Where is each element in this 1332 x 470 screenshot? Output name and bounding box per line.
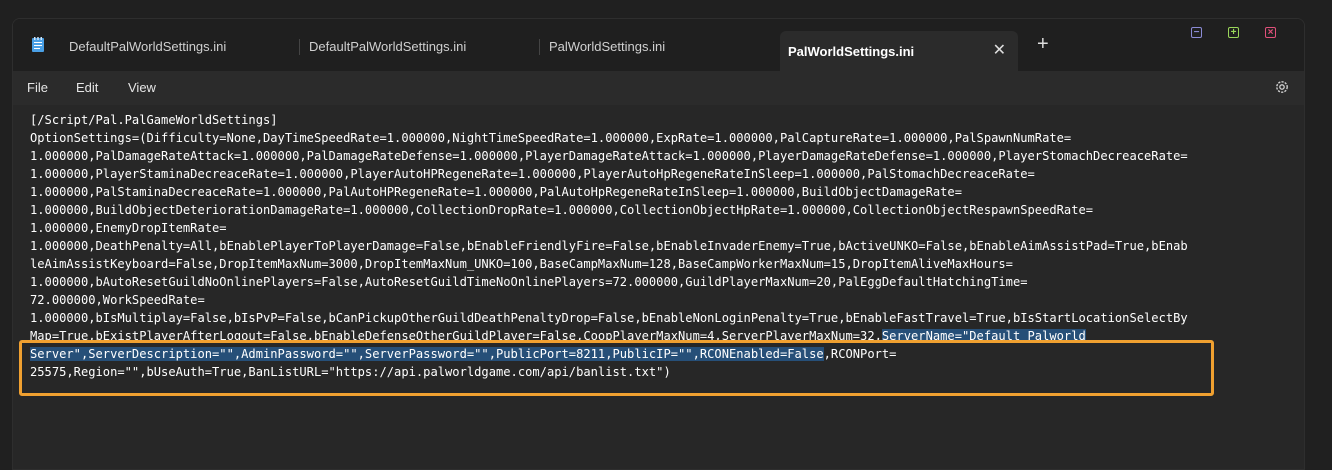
tab-default-settings-1[interactable]: DefaultPalWorldSettings.ini (61, 31, 299, 61)
text-line: 72.000000,WorkSpeedRate= (30, 293, 205, 307)
text-line: 1.000000,bAutoResetGuildNoOnlinePlayers=… (30, 275, 1028, 289)
tab-label: PalWorldSettings.ini (788, 43, 915, 59)
menu-view[interactable]: View (128, 80, 156, 95)
maximize-icon[interactable]: + (1228, 27, 1239, 38)
text-line: [/Script/Pal.PalGameWorldSettings] (30, 113, 278, 127)
tab-label: PalWorldSettings.ini (549, 38, 666, 54)
text-line: 1.000000,bIsMultiplay=False,bIsPvP=False… (30, 311, 1188, 325)
text-editor[interactable]: [/Script/Pal.PalGameWorldSettings] Optio… (13, 105, 1304, 469)
text-line: 1.000000,BuildObjectDeteriorationDamageR… (30, 203, 1094, 217)
tab-label: DefaultPalWorldSettings.ini (309, 38, 467, 54)
notepad-window: DefaultPalWorldSettings.ini DefaultPalWo… (12, 18, 1305, 470)
minimize-icon[interactable]: − (1191, 27, 1202, 38)
highlight-annotation-box (19, 340, 1214, 396)
new-tab-icon[interactable]: + (1037, 33, 1049, 56)
notepad-icon (32, 37, 44, 52)
close-window-icon[interactable]: × (1265, 27, 1276, 38)
text-line: OptionSettings=(Difficulty=None,DayTimeS… (30, 131, 1072, 145)
text-line: 1.000000,PalStaminaDecreaceRate=1.000000… (30, 185, 962, 199)
text-line: 1.000000,PlayerStaminaDecreaceRate=1.000… (30, 167, 1035, 181)
text-line: 1.000000,PalDamageRateAttack=1.000000,Pa… (30, 149, 1188, 163)
tab-divider (299, 39, 300, 55)
tab-divider (539, 39, 540, 55)
tab-strip: DefaultPalWorldSettings.ini DefaultPalWo… (13, 19, 1304, 71)
menu-edit[interactable]: Edit (76, 80, 98, 95)
settings-gear-icon[interactable] (1274, 79, 1290, 95)
text-line: 1.000000,DeathPenalty=All,bEnablePlayerT… (30, 239, 1188, 253)
text-line: leAimAssistKeyboard=False,DropItemMaxNum… (30, 257, 1013, 271)
menu-file[interactable]: File (27, 80, 48, 95)
menu-bar: File Edit View (13, 71, 1304, 105)
tab-default-settings-2[interactable]: DefaultPalWorldSettings.ini (301, 31, 539, 61)
close-tab-icon[interactable]: ✕ (993, 40, 1006, 60)
text-line: 1.000000,EnemyDropItemRate= (30, 221, 227, 235)
tab-label: DefaultPalWorldSettings.ini (69, 38, 227, 54)
tab-palworld-settings[interactable]: PalWorldSettings.ini (541, 31, 779, 61)
tab-palworld-settings-active[interactable]: PalWorldSettings.ini ✕ (780, 31, 1018, 71)
